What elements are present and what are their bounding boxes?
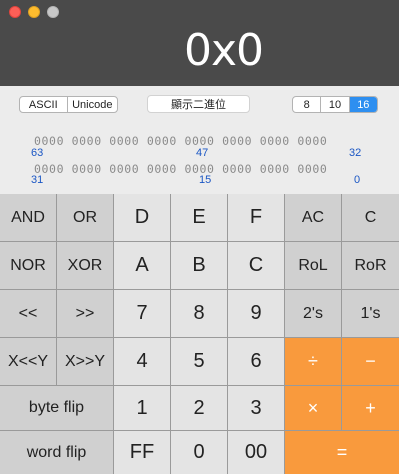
or-key[interactable]: OR: [57, 194, 113, 241]
digit-9-key[interactable]: 9: [228, 290, 284, 337]
zoom-window-button[interactable]: [47, 6, 59, 18]
digit-4-key[interactable]: 4: [114, 338, 170, 385]
digit-8-key[interactable]: 8: [171, 290, 227, 337]
bit-marker-15: 15: [199, 174, 212, 186]
hex-d-key[interactable]: D: [114, 194, 170, 241]
base-segmented-control: 8 10 16: [292, 96, 378, 113]
x-shift-left-y-key[interactable]: X<<Y: [0, 338, 56, 385]
close-window-button[interactable]: [9, 6, 21, 18]
and-key[interactable]: AND: [0, 194, 56, 241]
keypad: AND OR D E F AC C NOR XOR A B C RoL RoR …: [0, 194, 399, 474]
all-clear-key[interactable]: AC: [285, 194, 341, 241]
show-binary-button[interactable]: 顯示二進位: [147, 95, 250, 113]
x-shift-right-y-key[interactable]: X>>Y: [57, 338, 113, 385]
binary-bits-high[interactable]: 0000 0000 0000 0000 0000 0000 0000 0000: [34, 134, 327, 148]
bit-marker-63: 63: [31, 147, 44, 159]
divide-key[interactable]: ÷: [285, 338, 341, 385]
digit-7-key[interactable]: 7: [114, 290, 170, 337]
bit-marker-32: 32: [349, 147, 362, 159]
unicode-segment[interactable]: Unicode: [68, 97, 117, 112]
ff-key[interactable]: FF: [114, 431, 170, 474]
base-10-segment[interactable]: 10: [321, 97, 350, 112]
text-mode-segmented-control: ASCII Unicode: [19, 96, 118, 113]
rotate-right-key[interactable]: RoR: [342, 242, 399, 289]
multiply-key[interactable]: ×: [285, 386, 341, 430]
digit-0-key[interactable]: 0: [171, 431, 227, 474]
byte-flip-key[interactable]: byte flip: [0, 386, 113, 430]
hex-f-key[interactable]: F: [228, 194, 284, 241]
hex-a-key[interactable]: A: [114, 242, 170, 289]
display-readout: 0x0: [183, 25, 264, 76]
ascii-segment[interactable]: ASCII: [20, 97, 68, 112]
digit-5-key[interactable]: 5: [171, 338, 227, 385]
base-16-segment[interactable]: 16: [349, 97, 377, 112]
double-zero-key[interactable]: 00: [228, 431, 284, 474]
add-key[interactable]: +: [342, 386, 399, 430]
word-flip-key[interactable]: word flip: [0, 431, 113, 474]
xor-key[interactable]: XOR: [57, 242, 113, 289]
digit-1-key[interactable]: 1: [114, 386, 170, 430]
ones-complement-key[interactable]: 1's: [342, 290, 399, 337]
binary-bits-low[interactable]: 0000 0000 0000 0000 0000 0000 0000 0000: [34, 162, 327, 176]
display-panel: 0x0: [0, 0, 399, 86]
clear-key[interactable]: C: [342, 194, 399, 241]
minimize-window-button[interactable]: [28, 6, 40, 18]
rotate-left-key[interactable]: RoL: [285, 242, 341, 289]
bit-marker-47: 47: [196, 147, 209, 159]
subtract-key[interactable]: −: [342, 338, 399, 385]
hex-c-key[interactable]: C: [228, 242, 284, 289]
digit-6-key[interactable]: 6: [228, 338, 284, 385]
bit-marker-31: 31: [31, 174, 44, 186]
digit-3-key[interactable]: 3: [228, 386, 284, 430]
nor-key[interactable]: NOR: [0, 242, 56, 289]
base-8-segment[interactable]: 8: [293, 97, 322, 112]
calculator-window: 0x0 ASCII Unicode 顯示二進位 8 10 16 0000 000…: [0, 0, 399, 474]
equals-key[interactable]: =: [285, 431, 399, 474]
hex-b-key[interactable]: B: [171, 242, 227, 289]
shift-left-key[interactable]: <<: [0, 290, 56, 337]
hex-e-key[interactable]: E: [171, 194, 227, 241]
twos-complement-key[interactable]: 2's: [285, 290, 341, 337]
digit-2-key[interactable]: 2: [171, 386, 227, 430]
bit-marker-0: 0: [354, 174, 361, 186]
shift-right-key[interactable]: >>: [57, 290, 113, 337]
